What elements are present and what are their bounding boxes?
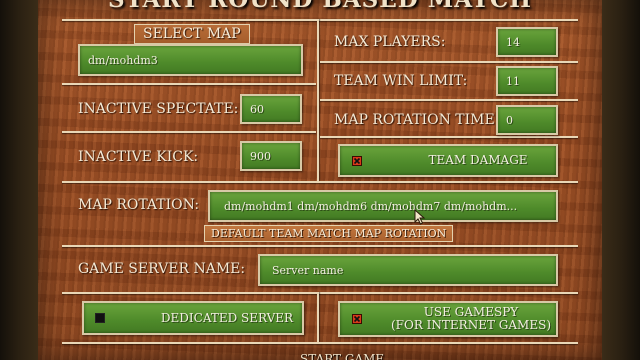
start-game-button[interactable]: START GAME xyxy=(300,352,384,360)
screen-title: START ROUND BASED MATCH xyxy=(38,0,602,13)
team-win-limit-label: TEAM WIN LIMIT: xyxy=(334,73,468,89)
divider-left-2 xyxy=(62,131,316,133)
inactive-spectate-field[interactable]: 60 xyxy=(240,94,302,124)
map-rotation-label: MAP ROTATION: xyxy=(78,197,200,213)
max-players-field[interactable]: 14 xyxy=(496,27,558,57)
frame-right xyxy=(602,0,640,360)
use-gamespy-line2: (FOR INTERNET GAMES) xyxy=(390,318,551,332)
map-rotation-field[interactable]: dm/mohdm1 dm/mohdm6 dm/mohdm7 dm/mohdm..… xyxy=(208,190,558,222)
game-setup-screen: START ROUND BASED MATCH SELECT MAP dm/mo… xyxy=(0,0,640,360)
checkmark-x-icon xyxy=(353,315,361,323)
inactive-kick-label: INACTIVE KICK: xyxy=(78,149,199,165)
use-gamespy-text: USE GAMESPY (FOR INTERNET GAMES) xyxy=(345,306,551,332)
divider-top xyxy=(62,19,578,21)
checkmark-x-icon xyxy=(353,157,361,165)
team-damage-label: TEAM DAMAGE xyxy=(428,153,528,167)
map-rotation-value: dm/mohdm1 dm/mohdm6 dm/mohdm7 dm/mohdm..… xyxy=(224,199,518,213)
mouse-cursor-icon xyxy=(414,209,426,225)
inactive-kick-value: 900 xyxy=(250,149,271,163)
frame-left xyxy=(0,0,38,360)
divider-full-1 xyxy=(62,181,578,183)
map-rotation-time-field[interactable]: 0 xyxy=(496,105,558,135)
team-win-limit-field[interactable]: 11 xyxy=(496,66,558,96)
dedicated-server-checkbox[interactable] xyxy=(95,313,105,323)
select-map-field[interactable]: dm/mohdm3 xyxy=(78,44,303,76)
divider-left-1 xyxy=(62,83,316,85)
divider-center-upper xyxy=(317,19,319,181)
divider-right-1 xyxy=(320,61,578,63)
divider-right-3 xyxy=(320,136,578,138)
use-gamespy-checkbox[interactable] xyxy=(352,314,362,324)
inactive-kick-field[interactable]: 900 xyxy=(240,141,302,171)
select-map-value: dm/mohdm3 xyxy=(88,53,158,67)
team-win-limit-value: 11 xyxy=(506,74,520,88)
divider-full-2 xyxy=(62,245,578,247)
dedicated-server-label: DEDICATED SERVER xyxy=(160,310,294,325)
use-gamespy-toggle[interactable]: USE GAMESPY (FOR INTERNET GAMES) xyxy=(338,301,558,337)
use-gamespy-line1: USE GAMESPY xyxy=(423,305,519,319)
divider-right-2 xyxy=(320,99,578,101)
map-rotation-time-value: 0 xyxy=(506,113,513,127)
wood-panel: START ROUND BASED MATCH SELECT MAP dm/mo… xyxy=(38,0,602,360)
select-map-label: SELECT MAP xyxy=(134,24,250,44)
game-server-name-label: GAME SERVER NAME: xyxy=(78,261,246,277)
game-server-name-field[interactable]: Server name xyxy=(258,254,558,286)
game-server-name-value: Server name xyxy=(272,263,344,277)
inactive-spectate-value: 60 xyxy=(250,102,264,116)
divider-full-3 xyxy=(62,292,578,294)
team-damage-checkbox[interactable] xyxy=(352,156,362,166)
default-map-rotation-button[interactable]: DEFAULT TEAM MATCH MAP ROTATION xyxy=(204,225,454,242)
dedicated-server-toggle[interactable]: DEDICATED SERVER xyxy=(82,301,304,335)
max-players-value: 14 xyxy=(506,35,520,49)
team-damage-toggle[interactable]: TEAM DAMAGE xyxy=(338,144,558,177)
divider-center-lower xyxy=(317,292,319,342)
max-players-label: MAX PLAYERS: xyxy=(334,34,446,50)
divider-bottom xyxy=(62,342,578,344)
map-rotation-time-label: MAP ROTATION TIME: xyxy=(334,112,500,128)
inactive-spectate-label: INACTIVE SPECTATE: xyxy=(78,101,239,117)
